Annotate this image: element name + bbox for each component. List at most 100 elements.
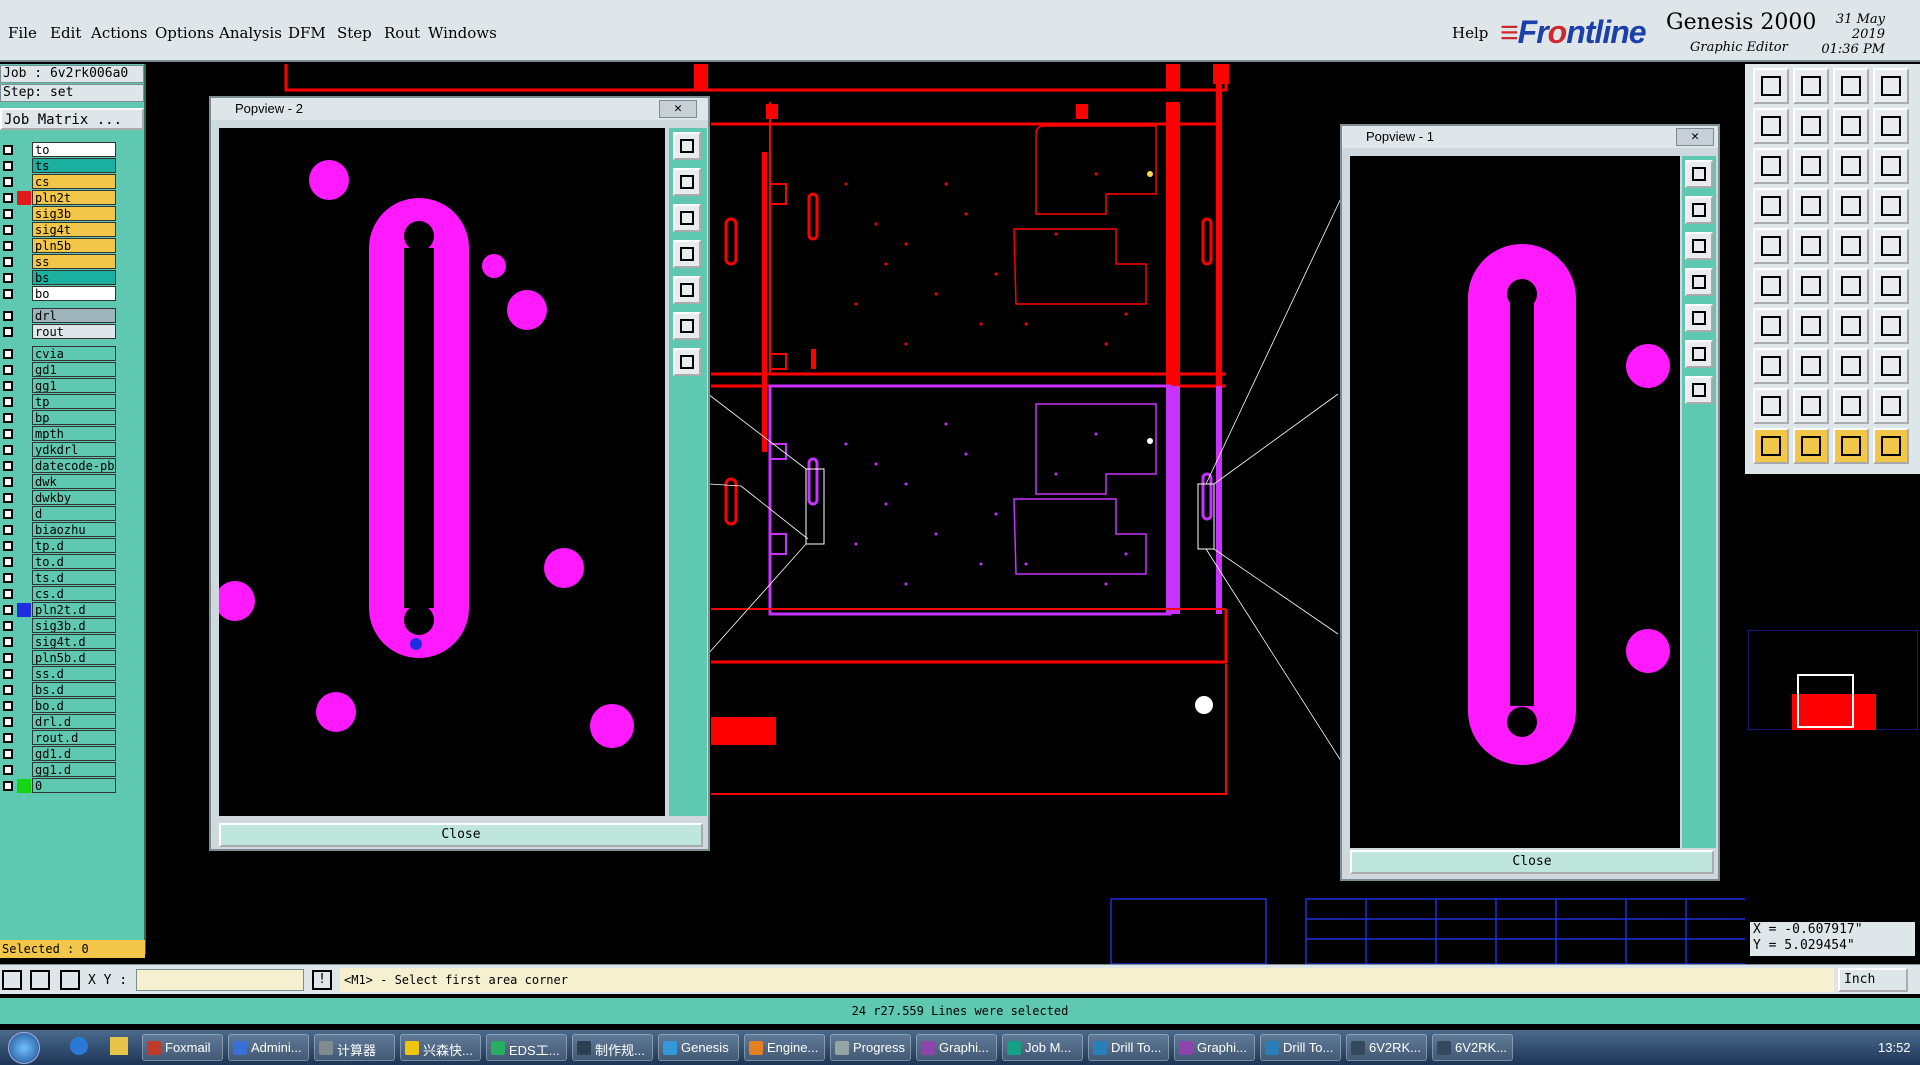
layer-color-swatch[interactable] [17, 491, 31, 505]
layer-name[interactable]: cvia [32, 346, 116, 361]
job-matrix-button[interactable]: Job Matrix ... [0, 108, 144, 130]
pointer-4-tool-button[interactable] [1873, 428, 1909, 464]
layer-name[interactable]: sig3b.d [32, 618, 116, 633]
layer-row-cs[interactable]: cs [0, 174, 118, 190]
layer-checkbox[interactable] [3, 365, 13, 375]
layer-name[interactable]: ss.d [32, 666, 116, 681]
layer-row-ydkdrl[interactable]: ydkdrl [0, 442, 118, 458]
layer-name[interactable]: mpth [32, 426, 116, 441]
layer-name[interactable]: gd1.d [32, 746, 116, 761]
layer-checkbox[interactable] [3, 225, 13, 235]
popview-1-canvas[interactable] [1350, 156, 1680, 848]
undo-arc-tool-button[interactable] [1833, 308, 1869, 344]
menu-dfm[interactable]: DFM [288, 24, 326, 42]
layer-name[interactable]: datecode-pb [32, 458, 116, 473]
taskbar-button[interactable]: Drill To... [1260, 1034, 1341, 1061]
menu-options[interactable]: Options [155, 24, 214, 42]
delete-tool-button[interactable] [1793, 268, 1829, 304]
taskbar-button[interactable]: Graphi... [1174, 1034, 1255, 1061]
menu-help[interactable]: Help [1452, 24, 1488, 42]
layer-name[interactable]: ydkdrl [32, 442, 116, 457]
taskbar-button[interactable]: Graphi... [916, 1034, 997, 1061]
menu-windows[interactable]: Windows [428, 24, 497, 42]
layer-row-rout.d[interactable]: rout.d [0, 730, 118, 746]
menu-rout[interactable]: Rout [384, 24, 420, 42]
zoom-window-tool-button[interactable] [1873, 68, 1909, 104]
layer-checkbox[interactable] [3, 637, 13, 647]
layer-row-mpth[interactable]: mpth [0, 426, 118, 442]
layer-row-ts[interactable]: ts [0, 158, 118, 174]
layer-name[interactable]: drl [32, 308, 116, 323]
layer-checkbox[interactable] [3, 653, 13, 663]
layer-row-drl[interactable]: drl [0, 308, 118, 324]
taskbar-button[interactable]: Engine... [744, 1034, 825, 1061]
layer-name[interactable]: pln5b.d [32, 650, 116, 665]
layer-color-swatch[interactable] [17, 763, 31, 777]
layer-color-swatch[interactable] [17, 271, 31, 285]
measure-tool-button[interactable] [1793, 188, 1829, 224]
zoom-back-tool-button[interactable] [1833, 108, 1869, 144]
popview-zoom-button[interactable] [1685, 304, 1713, 332]
taskbar-button[interactable]: 6V2RK... [1346, 1034, 1427, 1061]
pointer-3-tool-button[interactable] [1833, 428, 1869, 464]
pointer-tool-button[interactable] [1753, 428, 1789, 464]
popview-1-close-button[interactable]: Close [1350, 850, 1714, 874]
line-edit-tool-button[interactable] [1793, 308, 1829, 344]
remove-tool-button[interactable] [1793, 348, 1829, 384]
popview-zoom-button[interactable] [673, 168, 701, 196]
cross-grid-tool-button[interactable] [1873, 188, 1909, 224]
popview-zoom-button[interactable] [1685, 160, 1713, 188]
layer-checkbox[interactable] [3, 493, 13, 503]
line-draw-tool-button[interactable] [1753, 308, 1789, 344]
taskbar-button[interactable]: 计算器 [314, 1034, 395, 1061]
layer-color-swatch[interactable] [17, 287, 31, 301]
layer-name[interactable]: dwkby [32, 490, 116, 505]
layer-row-sig3b.d[interactable]: sig3b.d [0, 618, 118, 634]
layer-checkbox[interactable] [3, 557, 13, 567]
snap-icon[interactable] [2, 970, 22, 990]
cross-section-tool-button[interactable] [1833, 188, 1869, 224]
layer-row-to[interactable]: to [0, 142, 118, 158]
layer-name[interactable]: bs.d [32, 682, 116, 697]
taskbar-button[interactable]: EDS工... [486, 1034, 567, 1061]
layer-name[interactable]: pln2t.d [32, 602, 116, 617]
popview-zoom-button[interactable] [1685, 232, 1713, 260]
layer-name[interactable]: 0 [32, 778, 116, 793]
layer-color-swatch[interactable] [17, 207, 31, 221]
zoom-home-tool-button[interactable] [1753, 68, 1789, 104]
layer-color-swatch[interactable] [17, 747, 31, 761]
layer-name[interactable]: d [32, 506, 116, 521]
layer-row-0[interactable]: 0 [0, 778, 118, 794]
layer-checkbox[interactable] [3, 241, 13, 251]
layer-checkbox[interactable] [3, 509, 13, 519]
layer-row-ss[interactable]: ss [0, 254, 118, 270]
layer-checkbox[interactable] [3, 621, 13, 631]
menu-analysis[interactable]: Analysis [219, 24, 282, 42]
layer-row-biaozhu[interactable]: biaozhu [0, 522, 118, 538]
layer-checkbox[interactable] [3, 717, 13, 727]
layer-checkbox[interactable] [3, 525, 13, 535]
taskbar-button[interactable]: Genesis [658, 1034, 739, 1061]
layer-name[interactable]: bo [32, 286, 116, 301]
layer-name[interactable]: sig3b [32, 206, 116, 221]
popview-zoom-button[interactable] [673, 204, 701, 232]
layer-color-swatch[interactable] [17, 143, 31, 157]
layer-checkbox[interactable] [3, 209, 13, 219]
layer-row-gd1.d[interactable]: gd1.d [0, 746, 118, 762]
layer-name[interactable]: cs [32, 174, 116, 189]
add-feature-tool-button[interactable] [1753, 348, 1789, 384]
shape-mid-tool-button[interactable] [1793, 388, 1829, 424]
layer-name[interactable]: dwk [32, 474, 116, 489]
layer-color-swatch[interactable] [17, 443, 31, 457]
popview-zoom-button[interactable] [1685, 196, 1713, 224]
layer-row-rout[interactable]: rout [0, 324, 118, 340]
layer-color-swatch[interactable] [17, 175, 31, 189]
layer-name[interactable]: tp [32, 394, 116, 409]
layer-color-swatch[interactable] [17, 363, 31, 377]
layer-color-swatch[interactable] [17, 603, 31, 617]
grid-icon[interactable] [60, 970, 80, 990]
layer-color-swatch[interactable] [17, 587, 31, 601]
shape-a-tool-button[interactable] [1833, 388, 1869, 424]
layer-row-datecode-pb[interactable]: datecode-pb [0, 458, 118, 474]
taskbar-button[interactable]: 制作规... [572, 1034, 653, 1061]
